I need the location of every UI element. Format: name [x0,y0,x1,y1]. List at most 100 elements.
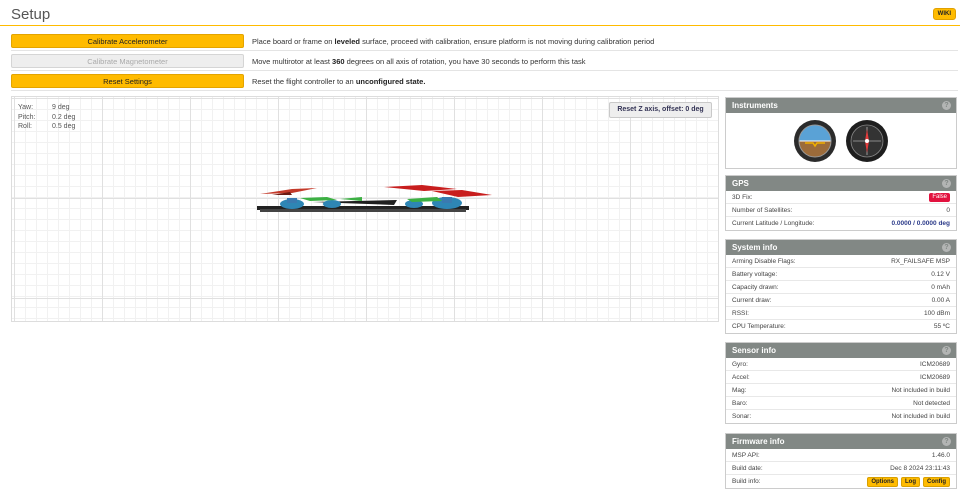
list-item: Sonar: Not included in build [726,410,956,423]
gps-panel-header: GPS? [726,176,956,191]
build-config-button[interactable]: Config [923,476,950,487]
gps-3d-fix-row: 3D Fix: False [726,191,956,204]
help-icon[interactable]: ? [942,179,951,188]
row-label: Build info: [732,478,761,485]
gps-satellites-row: Number of Satellites: 0 [726,204,956,217]
system-info-panel-header: System info? [726,240,956,255]
yaw-value: 9 deg [52,104,70,111]
row-label: Capacity drawn: [732,283,779,291]
calibrate-accelerometer-button[interactable]: Calibrate Accelerometer [11,34,244,48]
system-info-title: System info [732,243,778,252]
instruments-panel: Instruments? [725,97,957,169]
help-icon[interactable]: ? [942,243,951,252]
row-label: CPU Temperature: [732,323,786,330]
pitch-value: 0.2 deg [52,113,76,121]
calibrate-magnetometer-row: Calibrate Magnetometer Move multirotor a… [11,53,958,71]
gps-title: GPS [732,179,749,188]
wiki-button[interactable]: WIKI [932,8,956,20]
row-label: Sonar: [732,413,752,420]
system-info-panel: System info? Arming Disable Flags: RX_FAI… [725,239,957,334]
list-item: Current draw: 0.00 A [726,294,956,307]
row-value: ICM20689 [920,360,950,368]
list-item: Battery voltage: 0.12 V [726,268,956,281]
firmware-info-title: Firmware info [732,437,785,446]
row-value: 100 dBm [923,309,950,317]
row-label: Current Latitude / Longitude: [732,220,815,227]
firmware-info-panel-header: Firmware info? [726,434,956,449]
row-value: Not included in build [891,386,950,394]
sensor-info-panel-header: Sensor info? [726,343,956,358]
quad-frame-plate [260,209,466,212]
calibrate-magnetometer-button: Calibrate Magnetometer [11,54,244,68]
model-view[interactable]: Yaw: 9 deg Pitch: 0.2 deg Roll: 0.5 deg Res… [11,96,719,322]
row-label: 3D Fix: [732,193,753,201]
row-value: 0.12 V [931,270,950,278]
build-log-button[interactable]: Log [901,476,920,487]
propeller-green-center [340,197,362,201]
page-title: Setup [11,6,51,23]
propeller-red-right-front [432,190,492,197]
row-label: Accel: [732,373,750,381]
reset-z-axis-button[interactable]: Reset Z axis, offset: 0 deg [609,102,712,118]
motor-cap-right [442,197,452,203]
list-item: RSSI: 100 dBm [726,307,956,320]
row-label: Current draw: [732,296,772,304]
instruments-body [726,113,956,168]
motor-cap-left [287,198,297,203]
heading-indicator-icon [846,119,888,162]
list-item: Mag: Not included in build [726,384,956,397]
row-value: Not detected [913,399,950,407]
status-badge: False [929,192,950,202]
row-value: 0.0000 / 0.0000 deg [891,220,950,227]
calibrate-accelerometer-row: Calibrate Accelerometer Place board or f… [11,33,958,51]
help-icon[interactable]: ? [942,101,951,110]
gps-panel: GPS? 3D Fix: False Number of Satellites: 0… [725,175,957,231]
list-item: MSP API: 1.46.0 [726,449,956,462]
reset-settings-description: Reset the flight controller to an unconf… [252,77,426,86]
help-icon[interactable]: ? [942,346,951,355]
row-label: Number of Satellites: [732,206,793,214]
row-label: Baro: [732,399,748,407]
row-value: RX_FAILSAFE MSP [891,257,950,265]
row-label: Build date: [732,464,763,472]
row-label: Gyro: [732,360,748,368]
row-label: Arming Disable Flags: [732,257,796,265]
help-icon[interactable]: ? [942,437,951,446]
build-info-row: Build info: Options Log Config [726,475,956,488]
list-item: Accel: ICM20689 [726,371,956,384]
sensor-info-panel: Sensor info? Gyro: ICM20689 Accel: ICM2068… [725,342,957,424]
list-item: Capacity drawn: 0 mAh [726,281,956,294]
yaw-label: Yaw: [18,104,34,111]
row-value: 55 ºC [933,323,950,330]
propeller-red-right-back [384,185,457,191]
row-label: Battery voltage: [732,270,778,278]
reset-settings-row: Reset Settings Reset the flight controll… [11,73,958,91]
row-value: ICM20689 [920,373,950,381]
list-item: Baro: Not detected [726,397,956,410]
roll-value: 0.5 deg [52,123,76,130]
row-value: Dec 8 2024 23:11:43 [890,464,950,472]
list-item: CPU Temperature: 55 ºC [726,320,956,333]
row-label: MSP API: [732,451,760,459]
row-value: 0.00 A [931,296,950,304]
gps-lat-lon-row: Current Latitude / Longitude: 0.0000 / 0.… [726,217,956,230]
attitude-readout: Yaw: 9 deg Pitch: 0.2 deg Roll: 0.5 deg [18,103,75,132]
calibrate-accelerometer-description: Place board or frame on leveled surface,… [252,37,655,46]
quadcopter-model [257,185,492,212]
row-value: 0 [946,206,950,214]
row-value: 0 mAh [931,283,950,291]
build-info-buttons: Options Log Config [864,476,950,487]
build-options-button[interactable]: Options [867,476,898,487]
instruments-title: Instruments [732,101,778,110]
list-item: Gyro: ICM20689 [726,358,956,371]
pitch-label: Pitch: [18,113,36,121]
page-header: Setup WIKI [0,0,960,26]
calibrate-magnetometer-description: Move multirotor at least 360 degrees on … [252,57,586,66]
firmware-info-panel: Firmware info? MSP API: 1.46.0 Build date… [725,433,957,489]
attitude-indicator-icon [794,119,836,162]
reset-settings-button[interactable]: Reset Settings [11,74,244,88]
row-label: Mag: [732,386,747,394]
roll-label: Roll: [18,123,33,130]
row-label: RSSI: [732,309,749,317]
motor-rear-left [323,200,341,208]
